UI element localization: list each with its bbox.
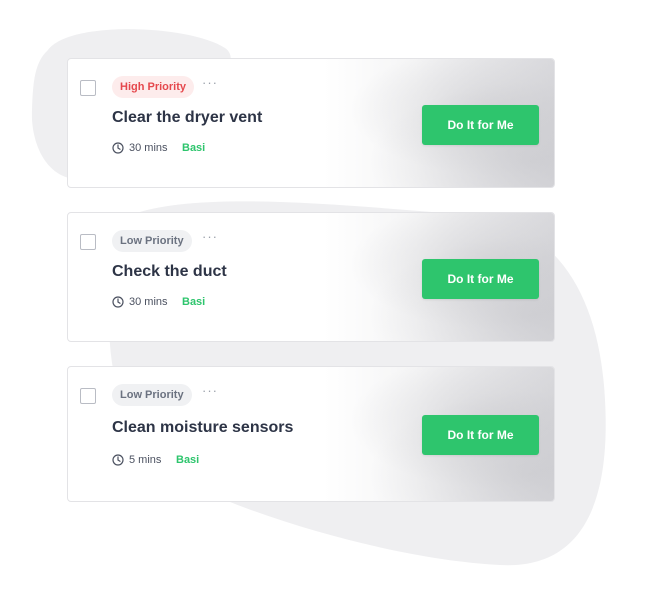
clock-icon: [112, 142, 124, 154]
task-checkbox[interactable]: [80, 234, 96, 250]
priority-badge: High Priority: [112, 76, 195, 98]
do-it-for-me-button[interactable]: Do It for Me: [422, 259, 539, 299]
do-it-for-me-button[interactable]: Do It for Me: [422, 415, 539, 455]
task-title: Clear the dryer vent: [112, 109, 263, 126]
priority-badge: Low Priority: [112, 384, 192, 406]
task-checkbox[interactable]: [80, 388, 96, 404]
task-duration: 5 mins: [129, 454, 162, 466]
task-category: Basi: [176, 454, 200, 466]
task-title: Check the duct: [112, 263, 227, 280]
ellipsis-icon[interactable]: ···: [202, 229, 218, 244]
task-duration: 30 mins: [129, 296, 168, 308]
task-title: Clean moisture sensors: [112, 419, 294, 436]
clock-icon: [112, 296, 124, 308]
task-card: High Priority ··· Clear the dryer vent 3…: [67, 58, 555, 188]
task-category: Basi: [182, 142, 206, 154]
task-card: Low Priority ··· Check the duct 30 mins …: [67, 212, 555, 342]
ellipsis-icon[interactable]: ···: [202, 383, 218, 398]
task-checkbox[interactable]: [80, 80, 96, 96]
task-card: Low Priority ··· Clean moisture sensors …: [67, 366, 555, 502]
do-it-for-me-button[interactable]: Do It for Me: [422, 105, 539, 145]
clock-icon: [112, 454, 124, 466]
task-category: Basi: [182, 296, 206, 308]
ellipsis-icon[interactable]: ···: [202, 75, 218, 90]
priority-badge: Low Priority: [112, 230, 192, 252]
task-duration: 30 mins: [129, 142, 168, 154]
